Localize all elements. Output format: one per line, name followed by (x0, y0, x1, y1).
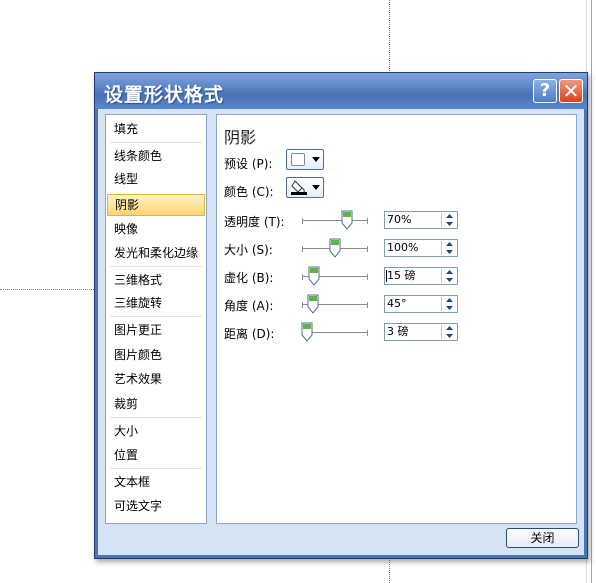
color-picker[interactable] (286, 177, 324, 198)
nav-item-position[interactable]: 位置 (107, 444, 205, 466)
size-value[interactable]: 100% (387, 241, 418, 255)
nav-item-reflection[interactable]: 映像 (107, 218, 205, 240)
nav-item-size[interactable]: 大小 (107, 420, 205, 442)
slider-tick (302, 246, 303, 252)
dialog-client-area: 填充 线条颜色 线型 阴影 映像 发光和柔化边缘 三维格式 三维旋转 图片更正 … (98, 109, 584, 555)
nav-item-glow-soft-edges[interactable]: 发光和柔化边缘 (107, 242, 205, 264)
document-page-border (591, 0, 592, 583)
dialog-titlebar[interactable]: 设置形状格式 ? ✕ (95, 73, 587, 109)
distance-label: 距离 (D): (224, 327, 275, 341)
nav-item-fill[interactable]: 填充 (107, 118, 205, 140)
nav-item-3d-format[interactable]: 三维格式 (107, 269, 205, 291)
nav-item-line-style[interactable]: 线型 (107, 168, 205, 190)
spin-up-down-icon[interactable] (441, 297, 457, 311)
slider-tick (302, 218, 303, 224)
slider-tick (367, 274, 368, 280)
color-label: 颜色 (C): (224, 185, 274, 199)
document-guide-horizontal (0, 289, 96, 290)
blur-spinner[interactable]: 15 磅 (384, 267, 458, 285)
transparency-slider-thumb-icon[interactable] (341, 210, 353, 230)
preset-label: 预设 (P): (224, 157, 273, 171)
nav-separator (110, 142, 202, 143)
nav-item-picture-corrections[interactable]: 图片更正 (107, 319, 205, 341)
nav-item-alt-text[interactable]: 可选文字 (107, 495, 205, 517)
nav-separator (110, 266, 202, 267)
transparency-value[interactable]: 70% (387, 213, 411, 227)
shadow-preset-swatch-icon (291, 153, 305, 166)
preset-picker[interactable] (286, 149, 324, 170)
transparency-spinner[interactable]: 70% (384, 211, 458, 229)
paint-bucket-icon (291, 180, 307, 195)
angle-slider-thumb-icon[interactable] (307, 294, 319, 314)
section-title: 阴影 (224, 128, 257, 147)
format-shape-dialog: 设置形状格式 ? ✕ 填充 线条颜色 线型 阴影 映像 发光和柔化边缘 三维格式… (94, 72, 588, 559)
distance-value[interactable]: 3 磅 (387, 325, 409, 339)
nav-item-crop[interactable]: 裁剪 (107, 393, 205, 415)
category-list: 填充 线条颜色 线型 阴影 映像 发光和柔化边缘 三维格式 三维旋转 图片更正 … (105, 114, 207, 524)
nav-separator (110, 417, 202, 418)
slider-tick (302, 274, 303, 280)
transparency-label: 透明度 (T): (224, 215, 285, 229)
spin-up-down-icon[interactable] (441, 213, 457, 227)
close-button[interactable]: 关闭 (506, 528, 579, 548)
dialog-title: 设置形状格式 (104, 84, 225, 106)
text-caret (386, 270, 387, 282)
blur-value[interactable]: 15 磅 (387, 269, 416, 283)
distance-slider-thumb-icon[interactable] (301, 322, 313, 342)
nav-item-3d-rotation[interactable]: 三维旋转 (107, 292, 205, 314)
close-icon: ✕ (562, 79, 580, 103)
spin-up-down-icon[interactable] (441, 269, 457, 283)
close-window-button[interactable]: ✕ (559, 79, 583, 103)
slider-tick (367, 330, 368, 336)
angle-value[interactable]: 45° (387, 297, 407, 311)
slider-tick (367, 302, 368, 308)
shadow-settings-panel: 阴影 预设 (P): 颜色 (C): 透明度 (T): 70% 大小 (S): 100… (216, 114, 577, 524)
nav-item-shadow[interactable]: 阴影 (107, 194, 205, 216)
dropdown-arrow-icon (312, 157, 320, 162)
size-spinner[interactable]: 100% (384, 239, 458, 257)
slider-tick (302, 302, 303, 308)
nav-item-text-box[interactable]: 文本框 (107, 471, 205, 493)
transparency-slider[interactable] (302, 218, 368, 224)
nav-item-line-color[interactable]: 线条颜色 (107, 145, 205, 167)
help-button[interactable]: ? (533, 79, 557, 103)
nav-item-picture-color[interactable]: 图片颜色 (107, 344, 205, 366)
size-label: 大小 (S): (224, 243, 273, 257)
nav-separator (110, 316, 202, 317)
spin-up-down-icon[interactable] (441, 241, 457, 255)
angle-spinner[interactable]: 45° (384, 295, 458, 313)
spin-up-down-icon[interactable] (441, 325, 457, 339)
distance-spinner[interactable]: 3 磅 (384, 323, 458, 341)
angle-label: 角度 (A): (224, 299, 274, 313)
slider-tick (367, 218, 368, 224)
nav-separator (110, 468, 202, 469)
size-slider-thumb-icon[interactable] (329, 238, 341, 258)
nav-item-artistic-effects[interactable]: 艺术效果 (107, 368, 205, 390)
help-icon: ? (539, 80, 551, 101)
blur-label: 虚化 (B): (224, 271, 274, 285)
blur-slider-thumb-icon[interactable] (308, 266, 320, 286)
slider-tick (367, 246, 368, 252)
dropdown-arrow-icon (312, 185, 320, 190)
